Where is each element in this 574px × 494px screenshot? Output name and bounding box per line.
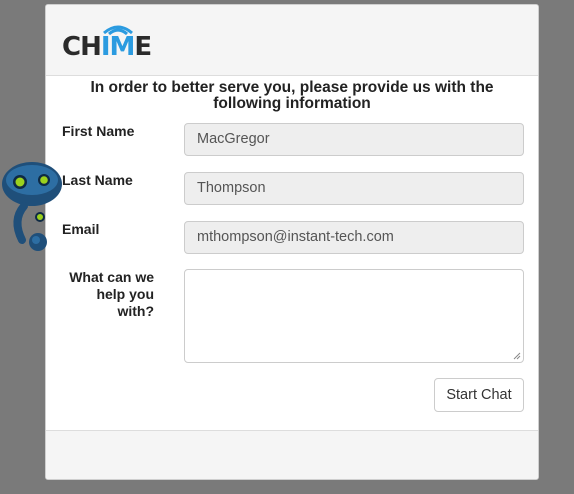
last-name-label: Last Name <box>62 172 133 188</box>
card-footer <box>46 430 538 479</box>
logo-wordmark: CHIME <box>62 32 152 62</box>
first-name-label: First Name <box>62 123 135 139</box>
email-field[interactable]: mthompson@instant-tech.com <box>184 221 524 254</box>
chime-logo: CHIME <box>62 19 162 63</box>
question-textarea[interactable] <box>184 269 524 363</box>
question-label: What can we help you with? <box>69 269 154 319</box>
intro-text: In order to better serve you, please pro… <box>90 79 494 112</box>
chat-intake-card: CHIME In order to better serve you, plea… <box>45 4 539 480</box>
start-chat-button[interactable]: Start Chat <box>434 378 524 412</box>
first-name-field[interactable]: MacGregor <box>184 123 524 156</box>
last-name-field[interactable]: Thompson <box>184 172 524 205</box>
card-header: CHIME <box>46 5 538 76</box>
robot-mascot-icon <box>2 162 62 251</box>
resize-grip-icon[interactable] <box>513 352 521 360</box>
email-label: Email <box>62 221 100 237</box>
